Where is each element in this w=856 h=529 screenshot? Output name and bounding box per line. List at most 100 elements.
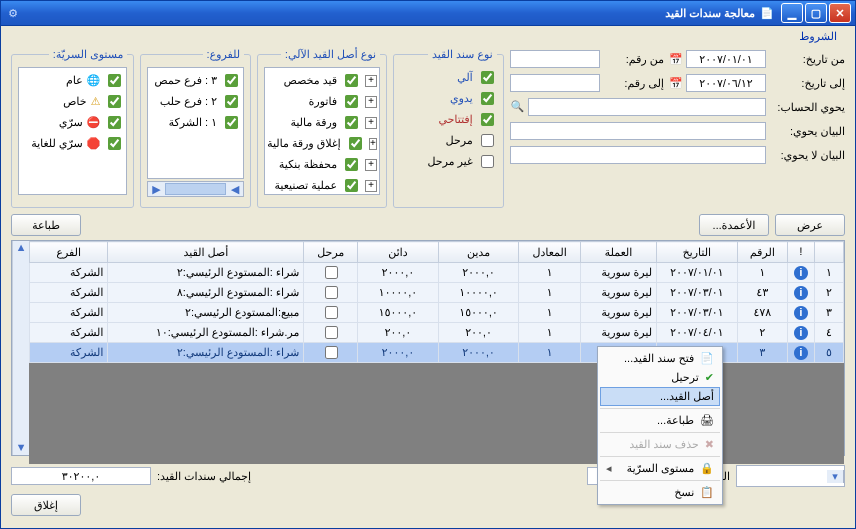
stop-icon: 🛑 (87, 137, 101, 150)
ctx-print[interactable]: 🖨طباعة... (600, 411, 720, 430)
plus-icon[interactable]: + (365, 180, 377, 192)
close-button[interactable]: إغلاق (11, 494, 81, 516)
titlebar: ✕ ▢ ▁ 📄 معالجة سندات القيد ⚙ (0, 0, 856, 26)
desc-contains-input[interactable] (510, 122, 766, 140)
window-maximize-button[interactable]: ▢ (805, 3, 827, 23)
entry-type-item[interactable]: آلي (400, 67, 497, 88)
ctx-security[interactable]: 🔒مستوى السرّية◂ (600, 459, 720, 478)
print-button[interactable]: طباعة (11, 214, 81, 236)
ctx-copy[interactable]: 📋نسخ (600, 483, 720, 502)
search-icon[interactable]: 🔍 (510, 98, 526, 114)
checkbox[interactable] (481, 155, 494, 168)
entry-type-item[interactable]: غير مرحل (400, 151, 497, 172)
checkbox[interactable] (481, 92, 494, 105)
ctx-post[interactable]: ✔ترحيل (600, 368, 720, 387)
calendar-icon[interactable]: 📅 (668, 75, 684, 91)
checkbox[interactable] (481, 113, 494, 126)
to-num-input[interactable] (510, 74, 600, 92)
security-item[interactable]: ⚠خاص (21, 91, 124, 112)
auto-origin-item[interactable]: +محفظة بنكية (267, 154, 377, 175)
checkbox[interactable] (108, 137, 121, 150)
window-close-button[interactable]: ✕ (829, 3, 851, 23)
posted-checkbox[interactable] (325, 306, 338, 319)
plus-icon[interactable]: + (365, 96, 377, 108)
auto-origin-item[interactable]: +قيد مخصص (267, 70, 377, 91)
checkbox[interactable] (349, 137, 362, 150)
column-header[interactable]: مرحل (304, 242, 358, 263)
column-header[interactable]: المعادل (519, 242, 581, 263)
desc-not-contains-input[interactable] (510, 146, 766, 164)
currency-combo[interactable]: ▾ (736, 465, 845, 487)
security-item[interactable]: ⛔سرّي (21, 112, 124, 133)
posted-checkbox[interactable] (325, 346, 338, 359)
ctx-delete: ✖حذف سند القيد (600, 435, 720, 454)
security-item[interactable]: 🌐عام (21, 70, 124, 91)
checkbox[interactable] (345, 74, 358, 87)
posted-checkbox[interactable] (325, 266, 338, 279)
chevron-down-icon[interactable]: ▾ (827, 470, 844, 483)
checkbox[interactable] (481, 134, 494, 147)
entry-type-item[interactable]: يدوي (400, 88, 497, 109)
checkbox[interactable] (225, 116, 238, 129)
checkbox[interactable] (345, 179, 358, 192)
show-button[interactable]: عرض (775, 214, 845, 236)
column-header[interactable] (814, 242, 843, 263)
checkbox[interactable] (481, 71, 494, 84)
auto-origin-item[interactable]: +عملية تصنيعية (267, 175, 377, 195)
checkbox[interactable] (108, 116, 121, 129)
column-header[interactable]: الرقم (737, 242, 787, 263)
ctx-origin[interactable]: أصل القيد... (600, 387, 720, 406)
branch-item[interactable]: ٣ : فرع حمص (150, 70, 241, 91)
currency-combo-input[interactable] (737, 467, 827, 485)
from-date-input[interactable] (686, 50, 766, 68)
column-header[interactable]: مدين (438, 242, 519, 263)
checkbox[interactable] (345, 158, 358, 171)
plus-icon[interactable]: + (369, 138, 377, 150)
checkbox[interactable] (108, 74, 121, 87)
column-header[interactable]: ! (788, 242, 815, 263)
auto-origin-item[interactable]: +إغلاق ورقة مالية (267, 133, 377, 154)
from-num-input[interactable] (510, 50, 600, 68)
checkbox[interactable] (108, 95, 121, 108)
checkbox[interactable] (345, 95, 358, 108)
checkbox[interactable] (225, 95, 238, 108)
window-minimize-button[interactable]: ▁ (781, 3, 803, 23)
posted-checkbox[interactable] (325, 326, 338, 339)
column-header[interactable]: التاريخ (657, 242, 738, 263)
security-list[interactable]: 🌐عام⚠خاص⛔سرّي🛑سرّي للغاية (18, 67, 127, 195)
plus-icon[interactable]: + (365, 117, 377, 129)
auto-origin-list[interactable]: +قيد مخصص+فاتورة+ورقة مالية+إغلاق ورقة م… (264, 67, 380, 195)
plus-icon[interactable]: + (365, 159, 377, 171)
column-header[interactable]: الفرع (30, 242, 108, 263)
branches-list[interactable]: ٣ : فرع حمص٢ : فرع حلب١ : الشركة (147, 67, 244, 179)
column-header[interactable]: أصل القيد (108, 242, 304, 263)
checkbox[interactable] (225, 74, 238, 87)
checkbox[interactable] (345, 116, 358, 129)
auto-origin-item[interactable]: +ورقة مالية (267, 112, 377, 133)
entry-type-legend: نوع سند القيد (428, 48, 497, 61)
branch-item[interactable]: ١ : الشركة (150, 112, 241, 133)
entry-type-item[interactable]: إفتتاحي (400, 109, 497, 130)
table-row[interactable]: ٤i٢٢٠٠٧/٠٤/٠١ليرة سورية١٢٠٠,٠٢٠٠,٠مر.شرا… (30, 323, 844, 343)
account-contains-input[interactable] (528, 98, 766, 116)
table-row[interactable]: ٣i٤٧٨٢٠٠٧/٠٣/٠١ليرة سورية١١٥٠٠٠,٠١٥٠٠٠,٠… (30, 303, 844, 323)
security-item[interactable]: 🛑سرّي للغاية (21, 133, 124, 154)
plus-icon[interactable]: + (365, 75, 377, 87)
column-header[interactable]: العملة (580, 242, 656, 263)
calendar-icon[interactable]: 📅 (668, 51, 684, 67)
auto-origin-item[interactable]: +فاتورة (267, 91, 377, 112)
to-date-input[interactable] (686, 74, 766, 92)
column-header[interactable]: دائن (358, 242, 439, 263)
gear-icon[interactable]: ⚙ (5, 5, 21, 21)
columns-button[interactable]: الأعمدة... (699, 214, 769, 236)
entry-type-item[interactable]: مرحل (400, 130, 497, 151)
grid-vertical-scrollbar[interactable]: ▲▼ (12, 241, 29, 455)
posted-checkbox[interactable] (325, 286, 338, 299)
branch-item[interactable]: ٢ : فرع حلب (150, 91, 241, 112)
copy-icon: 📋 (700, 486, 714, 499)
table-row[interactable]: ٢i٤٣٢٠٠٧/٠٣/٠١ليرة سورية١١٠٠٠٠,٠١٠٠٠٠,٠ش… (30, 283, 844, 303)
branches-scrollbar[interactable]: ◀▶ (147, 181, 244, 197)
table-row[interactable]: ١i١٢٠٠٧/٠١/٠١ليرة سورية١٢٠٠٠,٠٢٠٠٠,٠شراء… (30, 263, 844, 283)
from-date-label: من تاريخ: (770, 53, 845, 66)
ctx-open-entry[interactable]: 📄فتح سند القيد... (600, 349, 720, 368)
